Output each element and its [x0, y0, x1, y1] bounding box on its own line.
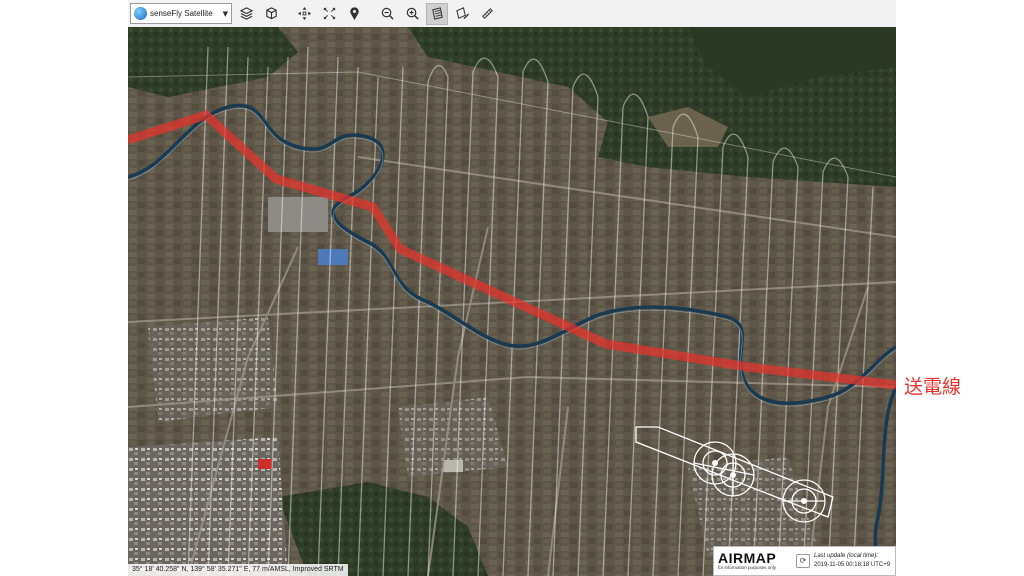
refresh-icon[interactable]: ⟳: [796, 554, 810, 568]
location-pin-icon: [349, 7, 359, 21]
zoom-out-icon: [381, 7, 394, 20]
zoom-out-button[interactable]: [376, 3, 398, 25]
coordinate-readout: 35° 18' 40.258" N, 139° 58' 35.271" E, 7…: [128, 564, 348, 576]
airmap-disclaimer: for information purposes only: [718, 565, 777, 570]
satellite-map[interactable]: [128, 27, 896, 576]
zoom-in-button[interactable]: [401, 3, 423, 25]
airmap-logo: AIRMAP: [718, 550, 777, 566]
edit-area-button[interactable]: [451, 3, 473, 25]
power-line-annotation: 送電線: [904, 376, 962, 398]
flight-plan-icon: [431, 7, 443, 20]
update-time: 2019-11-05 00:18:18 UTC+9: [814, 562, 891, 568]
layers-icon: [239, 7, 253, 20]
zoom-extent-button[interactable]: [293, 3, 315, 25]
map-source-label: senseFly Satellite: [150, 9, 213, 18]
satellite-imagery: [128, 27, 896, 576]
airmap-update: Last update (local time): 2019-11-05 00:…: [814, 552, 890, 570]
airmap-panel: AIRMAP for information purposes only ⟳ L…: [713, 546, 896, 576]
layers-button[interactable]: [235, 3, 257, 25]
flight-planning-app: senseFly Satellite ▼ 35° 18' 40.258" N, …: [128, 0, 896, 576]
chevron-down-icon: ▼: [222, 9, 228, 18]
3d-view-button[interactable]: [260, 3, 282, 25]
map-toolbar: senseFly Satellite ▼: [128, 0, 896, 28]
update-label: Last update (local time):: [814, 553, 879, 559]
ruler-icon: [481, 8, 493, 19]
pan-button[interactable]: [318, 3, 340, 25]
3d-view-icon: [265, 7, 277, 20]
pan-icon: [323, 7, 335, 20]
flight-plan-button[interactable]: [426, 2, 448, 25]
airmap-brand: AIRMAP for information purposes only: [714, 551, 792, 571]
map-source-dropdown[interactable]: senseFly Satellite ▼: [130, 3, 232, 24]
ruler-button[interactable]: [476, 3, 498, 25]
globe-icon: [134, 7, 147, 20]
zoom-extent-icon: [297, 6, 311, 21]
zoom-in-icon: [406, 7, 419, 20]
edit-area-icon: [455, 7, 469, 20]
location-pin-button[interactable]: [343, 3, 365, 25]
